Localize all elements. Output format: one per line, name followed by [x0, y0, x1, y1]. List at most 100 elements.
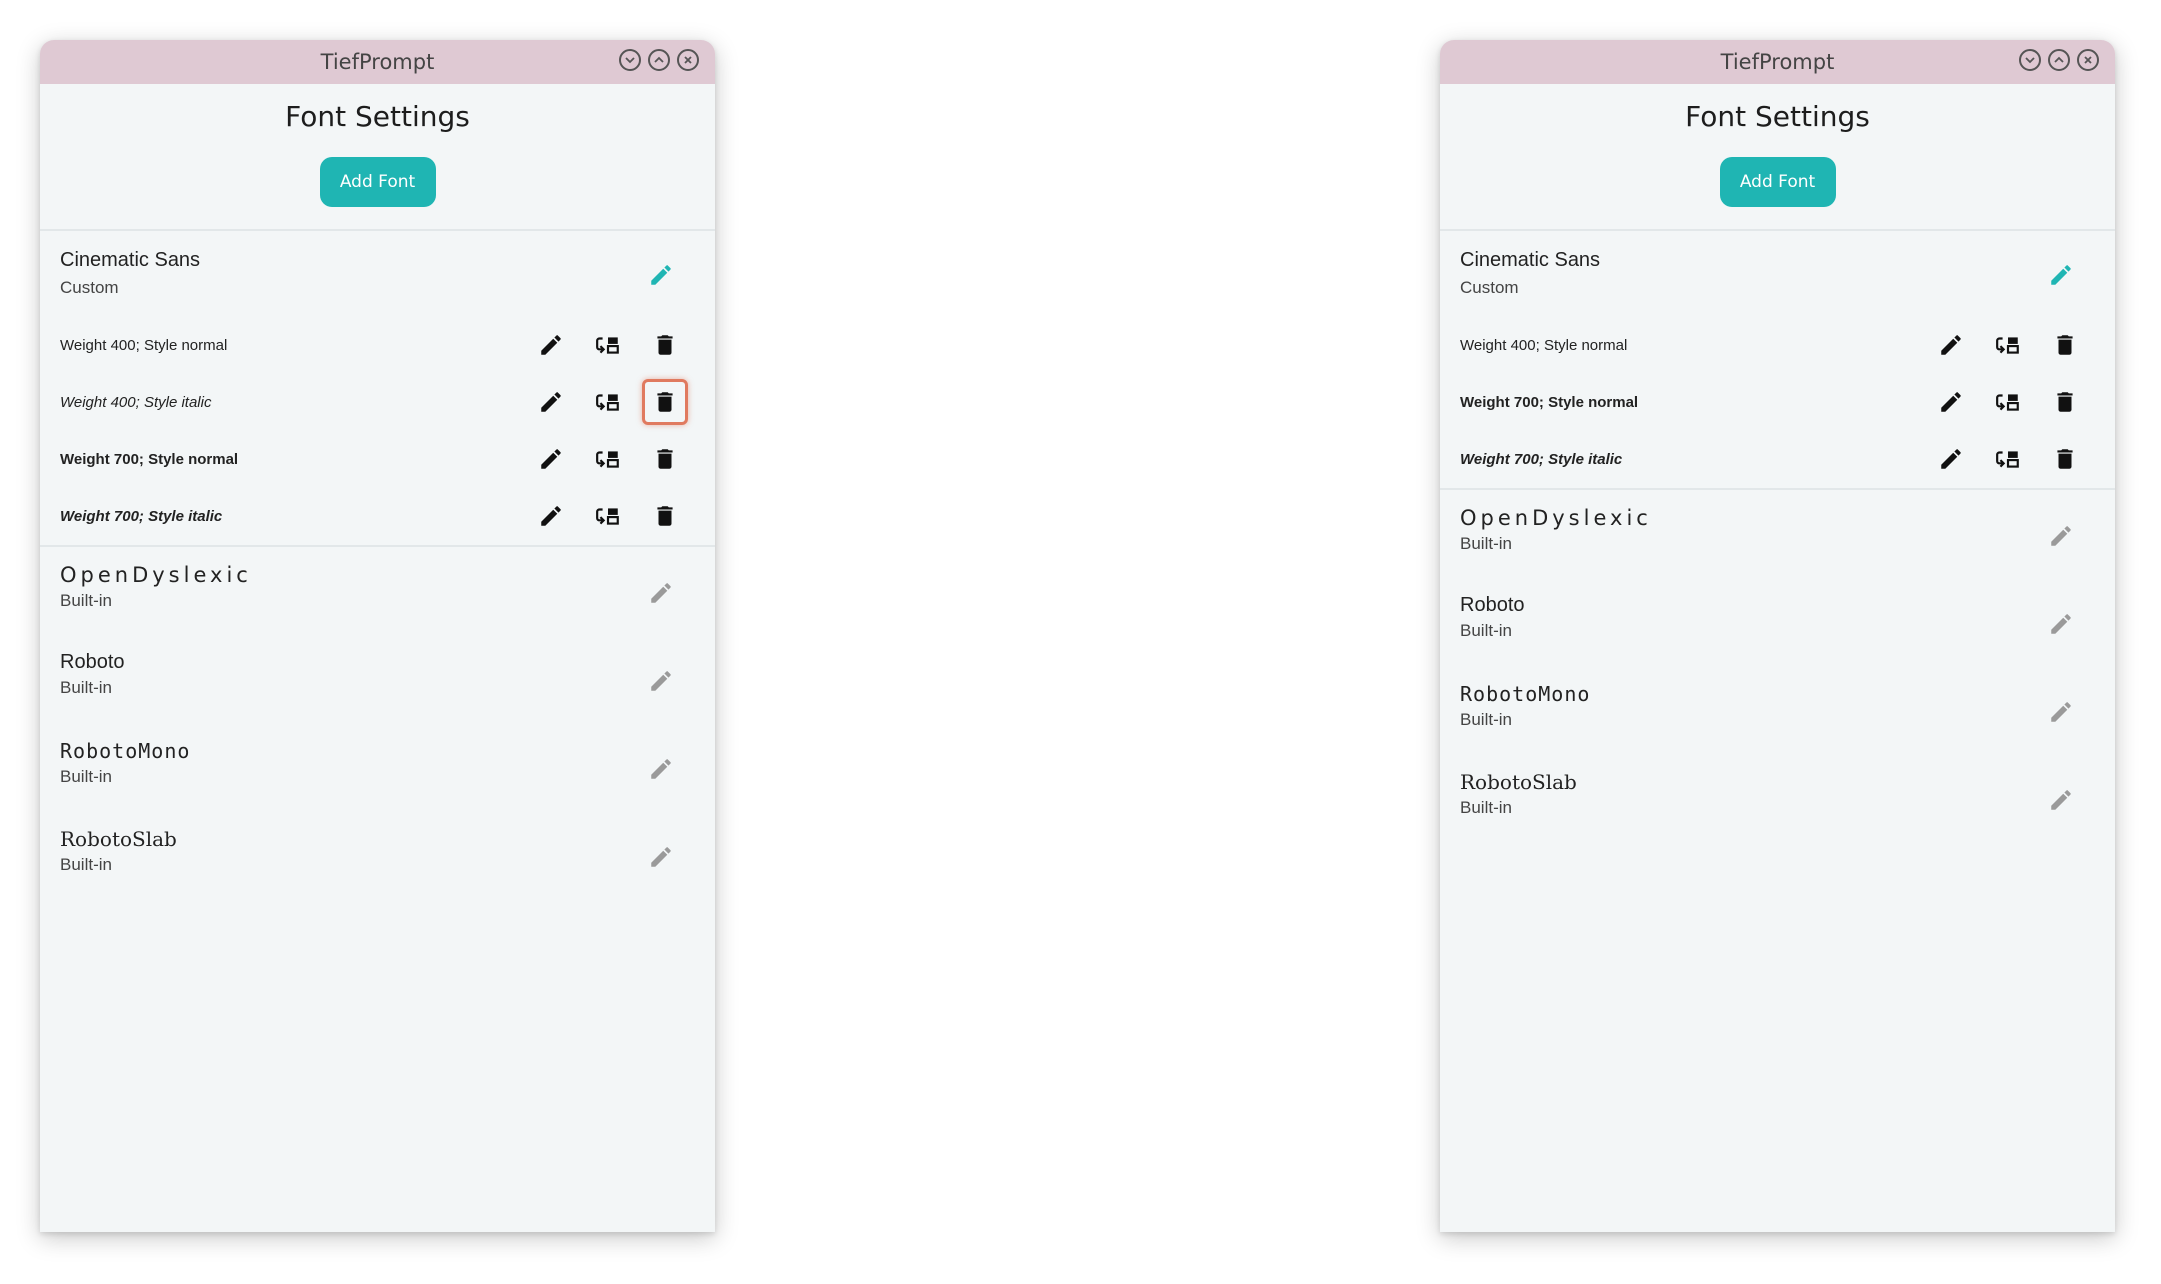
replace-variant-button[interactable]: [1992, 443, 2024, 475]
edit-variant-button[interactable]: [535, 443, 567, 475]
replace-file-icon: [1996, 451, 2019, 468]
pencil-icon: [541, 506, 561, 526]
add-font-button[interactable]: Add Font: [1719, 157, 1836, 207]
replace-file-icon: [596, 394, 619, 411]
edit-variant-button[interactable]: [535, 386, 567, 418]
variant-label: Weight 400; Style normal: [1460, 337, 1628, 354]
font-variant-row: Weight 400; Style normal: [40, 317, 715, 374]
font-name: Roboto: [1460, 594, 1525, 616]
pencil-icon: [651, 583, 671, 603]
close-button[interactable]: [2077, 49, 2099, 71]
replace-variant-button[interactable]: [592, 443, 624, 475]
font-variant-row: Weight 700; Style italic: [40, 488, 715, 545]
replace-file-icon: [596, 508, 619, 525]
pencil-icon: [2051, 790, 2071, 810]
replace-variant-button[interactable]: [1992, 329, 2024, 361]
edit-font-button-disabled: [2045, 520, 2077, 552]
minimize-button[interactable]: [619, 49, 641, 71]
edit-variant-button[interactable]: [1935, 386, 1967, 418]
add-font-button[interactable]: Add Font: [319, 157, 436, 207]
replace-variant-button[interactable]: [592, 386, 624, 418]
edit-variant-button[interactable]: [535, 500, 567, 532]
pencil-icon: [651, 847, 671, 867]
builtin-font-item: Roboto Built-in: [40, 635, 715, 723]
builtin-font-item: RobotoSlab Built-in: [1440, 754, 2115, 842]
delete-variant-button[interactable]: [2049, 386, 2081, 418]
pencil-icon: [651, 671, 671, 691]
trash-icon: [657, 392, 673, 412]
font-name: Cinematic Sans: [60, 249, 201, 271]
font-name: Roboto: [60, 651, 125, 673]
delete-variant-button[interactable]: [649, 500, 681, 532]
builtin-font-item: RobotoMono Built-in: [40, 723, 715, 811]
maximize-button[interactable]: [2048, 49, 2070, 71]
custom-font-header: Cinematic Sans Custom: [1440, 231, 2115, 315]
builtin-font-item: RobotoSlab Built-in: [40, 811, 715, 899]
trash-icon: [2057, 335, 2073, 355]
title-bar[interactable]: TiefPrompt: [40, 40, 715, 84]
close-icon: [2084, 56, 2092, 64]
edit-variant-button[interactable]: [1935, 329, 1967, 361]
font-type: Built-in: [1460, 710, 1512, 729]
edit-font-button-disabled: [2045, 784, 2077, 816]
delete-variant-button[interactable]: [649, 443, 681, 475]
pencil-icon: [541, 335, 561, 355]
delete-variant-button[interactable]: [2049, 443, 2081, 475]
builtin-font-item: RobotoMono Built-in: [1440, 666, 2115, 754]
font-name: OpenDyslexic: [60, 563, 252, 587]
edit-font-button-disabled: [645, 841, 677, 873]
chevron-up-icon: [2054, 56, 2064, 63]
pencil-icon: [541, 392, 561, 412]
font-variant-row: Weight 700; Style italic: [1440, 431, 2115, 488]
edit-variant-button[interactable]: [535, 329, 567, 361]
builtin-font-item: OpenDyslexic Built-in: [1440, 490, 2115, 578]
chevron-down-icon: [2025, 57, 2035, 64]
pencil-icon: [2051, 265, 2071, 285]
close-button[interactable]: [677, 49, 699, 71]
font-type: Built-in: [60, 855, 112, 874]
replace-file-icon: [596, 337, 619, 354]
font-name: Cinematic Sans: [1460, 249, 1601, 271]
page-title: Font Settings: [285, 100, 470, 133]
variant-label: Weight 400; Style normal: [60, 337, 228, 354]
replace-variant-button[interactable]: [1992, 386, 2024, 418]
variant-label: Weight 700; Style normal: [1460, 394, 1639, 411]
pencil-icon: [2051, 526, 2071, 546]
variant-label: Weight 700; Style italic: [60, 508, 223, 525]
font-name: RobotoSlab: [60, 827, 177, 851]
title-bar[interactable]: TiefPrompt: [1440, 40, 2115, 84]
font-settings-window-after: TiefPrompt Font Settings Add Font Cinema…: [1440, 40, 2115, 1232]
chevron-down-icon: [625, 57, 635, 64]
window-title: TiefPrompt: [320, 50, 435, 74]
replace-variant-button[interactable]: [592, 500, 624, 532]
delete-variant-button[interactable]: [2049, 329, 2081, 361]
pencil-icon: [541, 449, 561, 469]
delete-variant-button-highlighted[interactable]: [642, 379, 688, 425]
edit-variant-button[interactable]: [1935, 443, 1967, 475]
trash-icon: [2057, 392, 2073, 412]
delete-variant-button[interactable]: [649, 329, 681, 361]
replace-file-icon: [1996, 394, 2019, 411]
window-controls: [2019, 49, 2099, 71]
font-type: Custom: [60, 278, 119, 297]
edit-font-button-disabled: [2045, 608, 2077, 640]
pencil-icon: [651, 265, 671, 285]
font-type: Built-in: [1460, 621, 1512, 640]
variant-label: Weight 700; Style normal: [60, 451, 239, 468]
trash-icon: [657, 335, 673, 355]
font-settings-window-before: TiefPrompt Font Settings Add Font Cinema…: [40, 40, 715, 1232]
minimize-button[interactable]: [2019, 49, 2041, 71]
font-variant-row: Weight 700; Style normal: [40, 431, 715, 488]
edit-font-button[interactable]: [2045, 259, 2077, 291]
font-variant-row: Weight 400; Style italic: [40, 374, 715, 431]
page-title: Font Settings: [1685, 100, 1870, 133]
window-title: TiefPrompt: [1720, 50, 1835, 74]
edit-font-button-disabled: [645, 665, 677, 697]
pencil-icon: [2051, 614, 2071, 634]
trash-icon: [657, 449, 673, 469]
replace-file-icon: [596, 451, 619, 468]
edit-font-button[interactable]: [645, 259, 677, 291]
replace-variant-button[interactable]: [592, 329, 624, 361]
chevron-up-icon: [654, 56, 664, 63]
maximize-button[interactable]: [648, 49, 670, 71]
